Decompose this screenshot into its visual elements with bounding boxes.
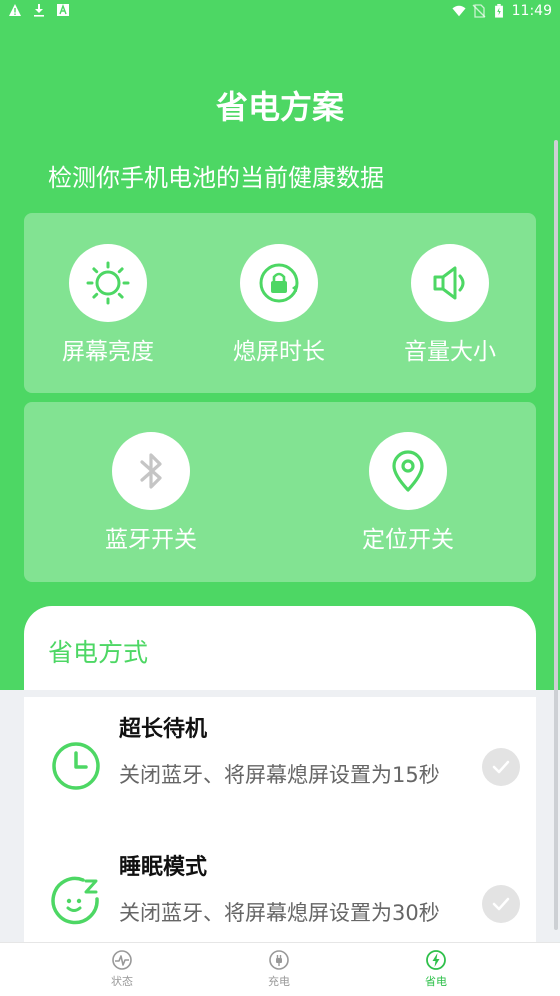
tool-screen-brightness[interactable]: 屏幕亮度	[33, 244, 183, 366]
mode-description: 关闭蓝牙、将屏幕熄屏设置为30秒	[119, 901, 440, 925]
mode-check[interactable]	[482, 748, 520, 786]
volume-icon	[433, 266, 465, 300]
nav-label: 充电	[268, 975, 290, 988]
tool-bluetooth[interactable]: 蓝牙开关	[76, 432, 226, 554]
wifi-icon	[452, 5, 466, 17]
sleep-icon	[51, 876, 99, 925]
charge-icon	[269, 950, 289, 970]
mode-item-sleep[interactable]: 睡眠模式 关闭蓝牙、将屏幕熄屏设置为30秒	[24, 835, 536, 947]
nav-item-status[interactable]: 状态	[82, 949, 162, 989]
warning-icon	[9, 4, 21, 16]
section-title: 省电方式	[48, 638, 149, 667]
nav-label: 状态	[111, 975, 133, 988]
screen-timeout-icon	[259, 263, 299, 303]
tools-panel-2: 蓝牙开关 定位开关	[24, 402, 536, 582]
tool-label: 定位开关	[362, 527, 454, 553]
tools-panel-1: 屏幕亮度 熄屏时长 音量大小	[24, 213, 536, 393]
brightness-icon	[86, 261, 130, 305]
tool-location[interactable]: 定位开关	[333, 432, 483, 554]
checkmark-icon	[492, 760, 510, 774]
page-title: 省电方案	[215, 88, 344, 126]
status-bar: 11:49	[0, 0, 560, 24]
tool-label: 音量大小	[404, 339, 496, 365]
page-subtitle: 检测你手机电池的当前健康数据	[48, 164, 384, 192]
status-icon	[112, 950, 132, 970]
mode-description: 关闭蓝牙、将屏幕熄屏设置为15秒	[119, 763, 440, 787]
tool-label: 熄屏时长	[233, 339, 325, 365]
checkmark-icon	[492, 897, 510, 911]
nav-item-charge[interactable]: 充电	[239, 949, 319, 989]
tool-label: 屏幕亮度	[62, 339, 154, 365]
scrollbar[interactable]	[554, 140, 558, 930]
power-save-icon	[426, 950, 446, 970]
tool-label: 蓝牙开关	[105, 527, 197, 553]
bluetooth-icon	[140, 453, 162, 489]
nav-label: 省电	[425, 975, 447, 988]
tool-screen-timeout[interactable]: 熄屏时长	[204, 244, 354, 366]
mode-check[interactable]	[482, 885, 520, 923]
status-time: 11:49	[511, 3, 552, 19]
mode-list: 超长待机 关闭蓝牙、将屏幕熄屏设置为15秒 睡眠模式 关闭蓝牙、将屏幕熄屏设置为…	[24, 697, 536, 947]
battery-icon	[494, 4, 503, 18]
mode-title: 睡眠模式	[119, 855, 208, 880]
mode-title: 超长待机	[119, 717, 208, 742]
mode-item-standby[interactable]: 超长待机 关闭蓝牙、将屏幕熄屏设置为15秒	[24, 697, 536, 835]
nav-item-power-save[interactable]: 省电	[396, 949, 476, 989]
location-icon	[392, 450, 424, 492]
power-save-modes-card: 省电方式	[24, 606, 536, 690]
font-icon	[57, 4, 69, 16]
no-sim-icon	[472, 4, 486, 18]
tool-volume[interactable]: 音量大小	[375, 244, 525, 366]
bottom-nav: 状态 充电 省电	[0, 942, 560, 996]
download-icon	[34, 4, 44, 17]
clock-icon	[52, 742, 100, 790]
